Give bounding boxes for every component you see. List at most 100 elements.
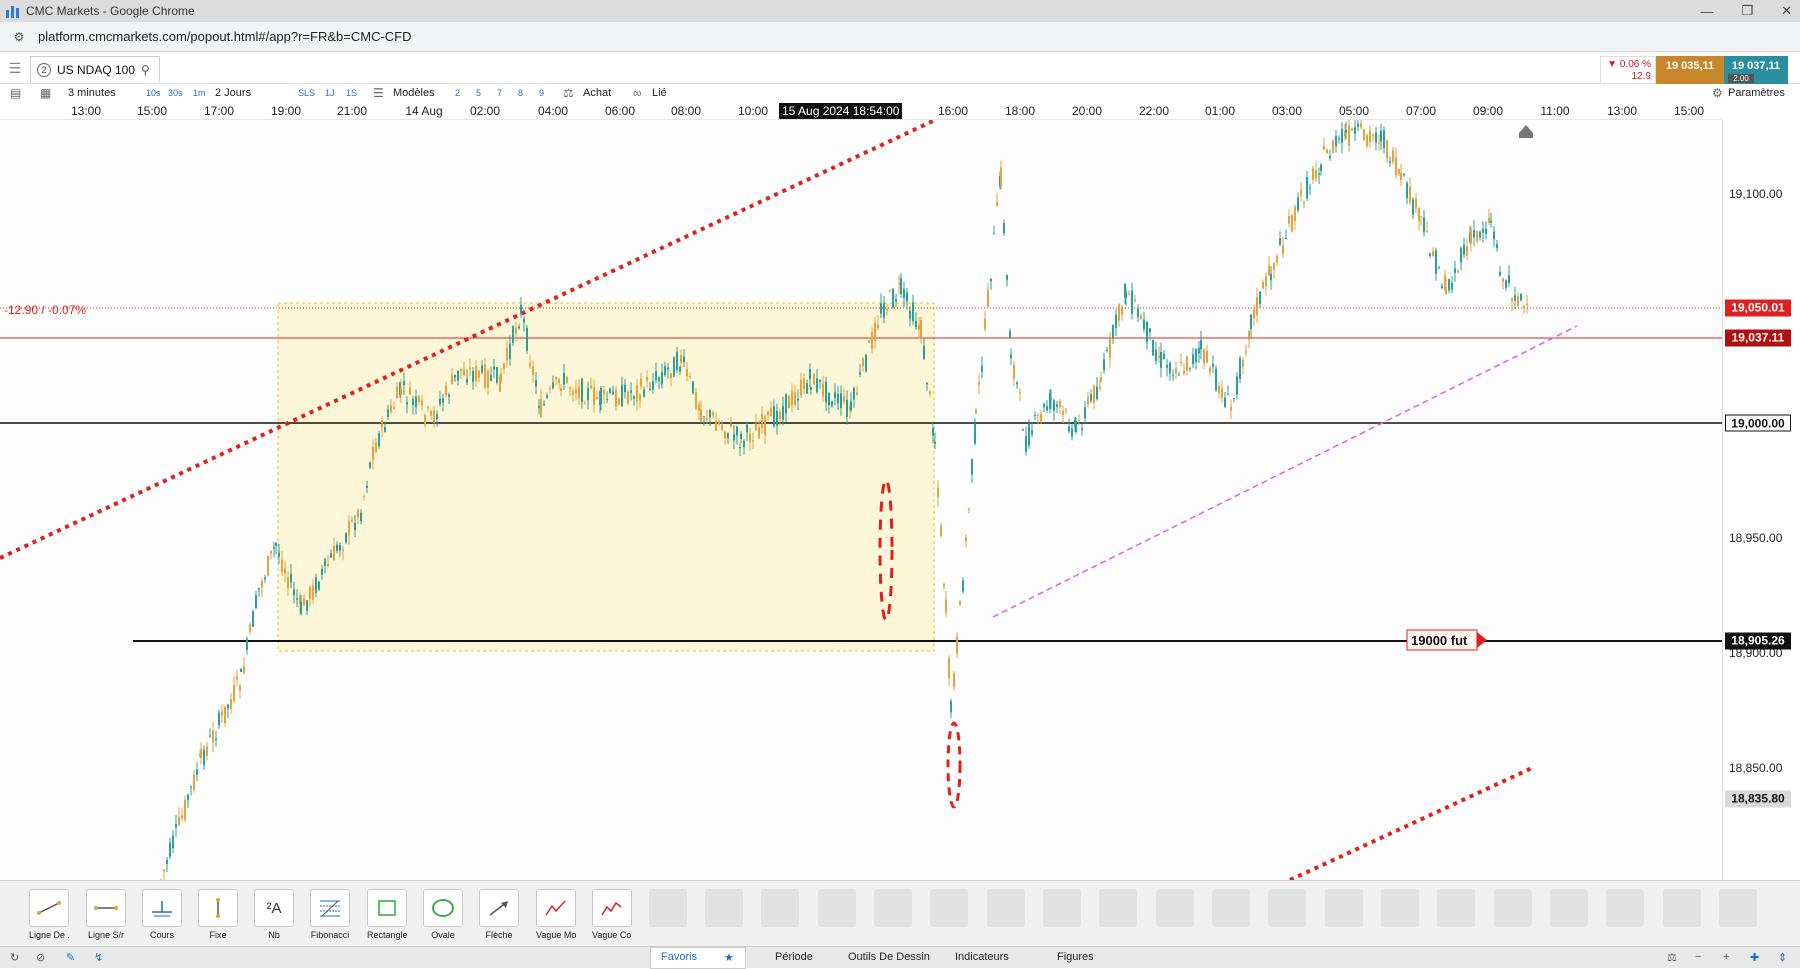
url-text[interactable]: platform.cmcmarkets.com/popout.html#/app… (38, 29, 412, 44)
empty-tool-slot[interactable] (1719, 889, 1757, 927)
empty-tool-slot[interactable] (1381, 889, 1419, 927)
range-1s[interactable]: 1S (346, 84, 357, 102)
restore-icon[interactable]: ❐ (1741, 3, 1753, 19)
empty-tool-slot[interactable] (1156, 889, 1194, 927)
empty-tool-slot[interactable] (1212, 889, 1250, 927)
star-icon[interactable]: ★ (724, 951, 734, 964)
tool-text[interactable]: ²A Nb (254, 889, 294, 940)
candle-body (689, 376, 691, 377)
tool-arrow[interactable]: Flèche (479, 889, 519, 940)
spike-oval-2[interactable] (948, 723, 960, 807)
candle-body (676, 352, 678, 370)
candle-body (1378, 142, 1380, 143)
instrument-tab[interactable]: 2 US NDAQ 100 ⚲ (30, 56, 160, 82)
tool-rectangle[interactable]: Rectangle (367, 889, 407, 940)
close-icon[interactable]: ✕ (1781, 3, 1792, 19)
price-chart[interactable]: -12.90 / -0.07% 19000 fut (0, 120, 1722, 880)
candle-body (372, 447, 374, 460)
empty-tool-slot[interactable] (987, 889, 1025, 927)
list-icon[interactable]: ▤ (10, 84, 21, 102)
candle-body (950, 701, 952, 712)
consolidation-rectangle[interactable] (278, 303, 934, 651)
sell-button[interactable]: 19 035,11 (1656, 56, 1724, 84)
tab-drawing-tools[interactable]: Outils De Dessin (848, 951, 930, 963)
interval-10s[interactable]: 10s (146, 84, 161, 102)
tab-period[interactable]: Période (775, 951, 813, 963)
tool-horizontal-line[interactable]: Ligne S/r (86, 889, 126, 940)
candle-body (981, 366, 983, 372)
refresh-icon[interactable]: ↻ (10, 951, 19, 964)
linked-button[interactable]: Lié (652, 84, 667, 102)
buy-scale-icon[interactable]: ⚖ (563, 84, 574, 102)
empty-tool-slot[interactable] (1325, 889, 1363, 927)
fit-icon[interactable]: ⇕ (1778, 951, 1787, 964)
tool-vertical-line[interactable]: Fixe (198, 889, 238, 940)
settings-button[interactable]: Paramètres (1728, 84, 1785, 102)
tool-oval[interactable]: Ovale (423, 889, 463, 940)
empty-tool-slot[interactable] (1268, 889, 1306, 927)
range-select[interactable]: 2 Jours (215, 84, 251, 102)
template-5[interactable]: 5 (476, 84, 481, 102)
candle-body (418, 396, 420, 402)
template-7[interactable]: 7 (497, 84, 502, 102)
range-1j[interactable]: 1J (325, 84, 335, 102)
red-trend-line-lower[interactable] (1290, 768, 1532, 880)
zoom-out-icon[interactable]: − (1695, 951, 1701, 963)
chart-canvas[interactable]: -12.90 / -0.07% 19000 fut (0, 120, 1722, 880)
site-info-icon[interactable]: ⚙ (8, 26, 30, 48)
buy-mode-button[interactable]: Achat (583, 84, 611, 102)
settings-gear-icon[interactable]: ⚙ (1712, 84, 1723, 102)
hamburger-menu-icon[interactable]: ☰ (4, 58, 26, 78)
tab-indicators[interactable]: Indicateurs (955, 951, 1009, 963)
template-8[interactable]: 8 (518, 84, 523, 102)
templates-icon[interactable]: ☰ (373, 84, 384, 102)
price-line-icon (149, 898, 175, 918)
home-marker-icon[interactable] (1519, 125, 1533, 138)
magenta-trend-line[interactable] (993, 326, 1577, 617)
tool-price-line[interactable]: Cours (142, 889, 182, 940)
empty-tool-slot[interactable] (1494, 889, 1532, 927)
empty-tool-slot[interactable] (1437, 889, 1475, 927)
empty-tool-slot[interactable] (705, 889, 743, 927)
empty-tool-slot[interactable] (1606, 889, 1644, 927)
empty-tool-slot[interactable] (761, 889, 799, 927)
tool-impulse-wave[interactable]: Vague Mo... (536, 889, 576, 940)
tool-corrective-wave[interactable]: Vague Co... (592, 889, 632, 940)
candle-body (1285, 238, 1287, 239)
line-label-19000-fut[interactable]: 19000 fut (1407, 630, 1487, 650)
interval-1m[interactable]: 1m (193, 84, 206, 102)
tab-favorites[interactable]: Favoris (661, 951, 697, 963)
zoom-in-icon[interactable]: + (1723, 951, 1729, 963)
empty-tool-slot[interactable] (874, 889, 912, 927)
empty-tool-slot[interactable] (930, 889, 968, 927)
magnet-icon[interactable]: ↯ (94, 951, 103, 964)
pencil-icon[interactable]: ✎ (66, 951, 75, 964)
candle-body (200, 749, 202, 758)
minimize-icon[interactable]: — (1700, 4, 1713, 19)
templates-button[interactable]: Modèles (393, 84, 435, 102)
candle-body (937, 488, 939, 497)
layout-icon[interactable]: ▦ (40, 84, 51, 102)
range-sls[interactable]: SLS (298, 84, 315, 102)
empty-tool-slot[interactable] (1550, 889, 1588, 927)
empty-tool-slot[interactable] (1663, 889, 1701, 927)
cancel-icon[interactable]: ⊘ (36, 951, 45, 964)
empty-tool-slot[interactable] (1043, 889, 1081, 927)
candle-body (540, 399, 542, 417)
interval-select[interactable]: 3 minutes (68, 84, 116, 102)
tool-fibonacci[interactable]: Fibonacci (310, 889, 350, 940)
tab-figures[interactable]: Figures (1057, 951, 1094, 963)
search-icon[interactable]: ⚲ (141, 63, 150, 77)
candle-body (1121, 307, 1123, 314)
template-9[interactable]: 9 (539, 84, 544, 102)
candle-body (1158, 356, 1160, 358)
empty-tool-slot[interactable] (1099, 889, 1137, 927)
scale-icon[interactable]: ⚖ (1667, 951, 1677, 964)
empty-tool-slot[interactable] (649, 889, 687, 927)
empty-tool-slot[interactable] (818, 889, 856, 927)
link-icon[interactable]: ∞ (633, 84, 642, 102)
template-2[interactable]: 2 (455, 84, 460, 102)
crosshair-icon[interactable]: ✚ (1750, 951, 1759, 964)
tool-trend-line[interactable]: Ligne De ... (29, 889, 69, 940)
interval-30s[interactable]: 30s (168, 84, 183, 102)
